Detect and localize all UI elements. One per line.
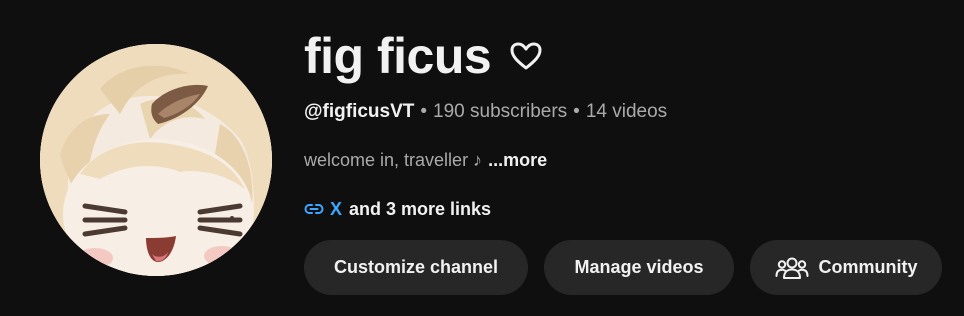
more-links-link[interactable]: and 3 more links bbox=[349, 197, 491, 221]
x-link[interactable]: X bbox=[330, 197, 342, 221]
heart-outline-icon bbox=[509, 41, 543, 71]
channel-actions: Customize channel Manage videos Communit… bbox=[304, 240, 942, 295]
subscriber-count: 190 subscribers bbox=[433, 101, 568, 122]
manage-videos-label: Manage videos bbox=[574, 257, 704, 277]
separator: • bbox=[573, 101, 580, 122]
people-icon bbox=[775, 255, 809, 281]
customize-channel-button[interactable]: Customize channel bbox=[304, 240, 528, 295]
channel-name: fig ficus bbox=[304, 28, 492, 84]
channel-avatar[interactable] bbox=[40, 44, 272, 276]
video-count: 14 videos bbox=[585, 101, 668, 122]
channel-description[interactable]: welcome in, traveller ♪ ...more bbox=[304, 148, 547, 172]
channel-handle: @figficusVT bbox=[304, 101, 415, 122]
more-link[interactable]: ...more bbox=[488, 150, 547, 170]
link-icon bbox=[304, 202, 324, 216]
channel-title-row: fig ficus bbox=[304, 26, 543, 86]
channel-meta: @figficusVT • 190 subscribers • 14 videos bbox=[304, 100, 667, 124]
manage-videos-button[interactable]: Manage videos bbox=[544, 240, 734, 295]
community-label: Community bbox=[818, 257, 918, 277]
community-button[interactable]: Community bbox=[750, 240, 942, 295]
channel-links: X and 3 more links bbox=[304, 197, 491, 221]
separator: • bbox=[420, 101, 428, 122]
customize-channel-label: Customize channel bbox=[333, 257, 499, 277]
description-text: welcome in, traveller ♪ bbox=[304, 150, 483, 170]
